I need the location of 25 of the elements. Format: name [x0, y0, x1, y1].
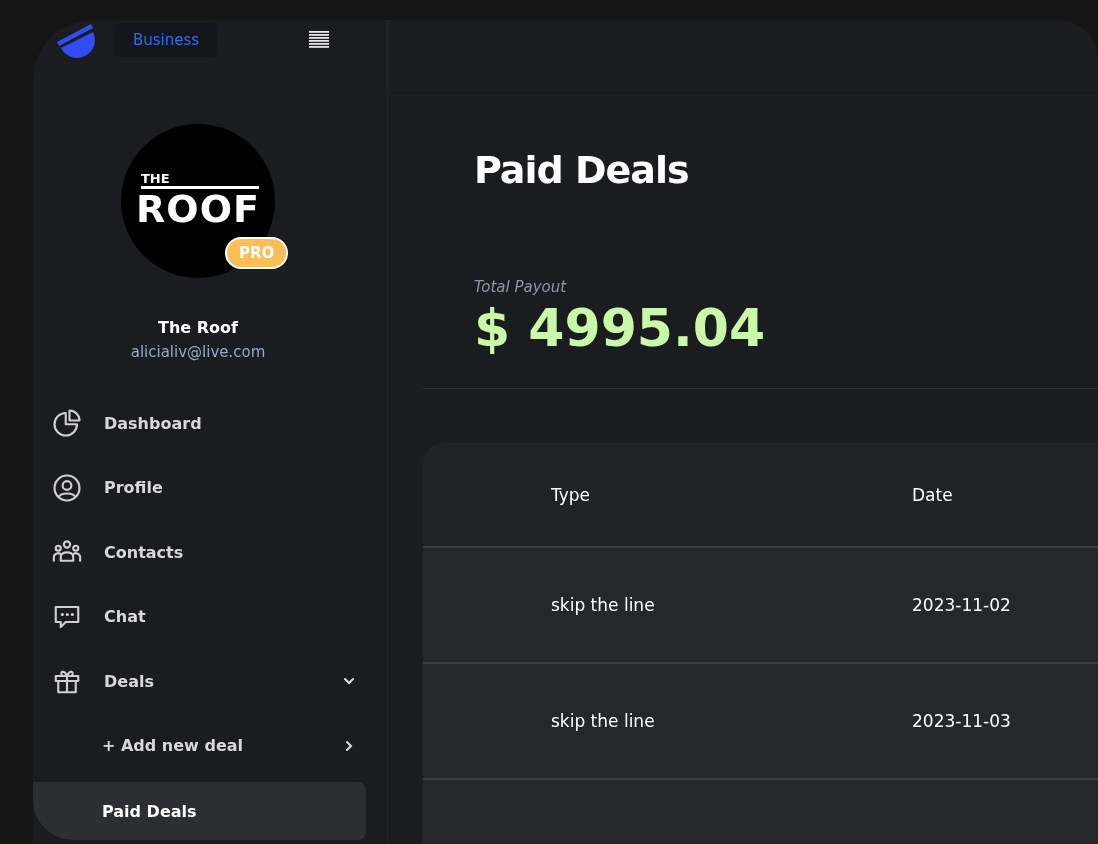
menu-icon[interactable] [309, 31, 330, 49]
table-cell-text: skip the line [551, 595, 656, 615]
nav-item[interactable]: Profile [33, 455, 387, 520]
column-header: Type [551, 484, 592, 505]
business-badge: Business [115, 23, 218, 57]
page-title: Paid Deals [474, 148, 690, 192]
nav-item[interactable]: Dashboard [33, 391, 387, 456]
payout-amount: $ 4995.04 [474, 298, 767, 358]
table-cell: 2023-11-02 [912, 595, 1011, 615]
table-cell: 2023-11-03 [912, 711, 1011, 731]
profile-email: alicialiv@live.com [129, 343, 267, 361]
column-header: Date [912, 484, 953, 505]
user-icon [52, 472, 82, 503]
chevron-right-icon [343, 739, 355, 752]
pie-chart-icon [52, 408, 82, 439]
nav-item[interactable]: Contacts [33, 520, 387, 585]
nav-subitem[interactable]: Paid Deals [33, 782, 366, 840]
payout-label: Total Payout [474, 278, 568, 296]
nav-item[interactable]: Chat [33, 584, 387, 649]
nav-item[interactable]: Deals [33, 649, 387, 714]
table-cell-text: skip the line [551, 711, 656, 731]
pro-badge: PRO [225, 237, 289, 269]
nav-subitem[interactable]: + Add new deal [33, 713, 387, 778]
logo-icon [55, 22, 95, 58]
profile-name: The Roof [157, 318, 239, 337]
